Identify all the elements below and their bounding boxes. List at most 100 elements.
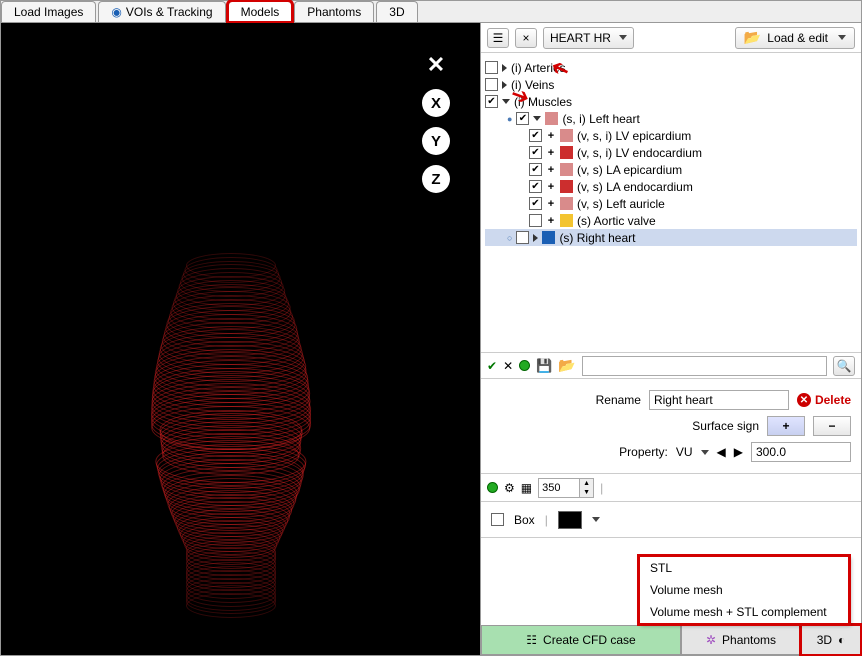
color-swatch bbox=[560, 163, 573, 176]
checkbox[interactable] bbox=[485, 61, 498, 74]
spin-down[interactable]: ▼ bbox=[579, 488, 593, 497]
checkbox[interactable] bbox=[485, 78, 498, 91]
spinner-input[interactable] bbox=[539, 479, 579, 497]
expand-icon[interactable] bbox=[502, 64, 507, 72]
menu-item-stl[interactable]: STL bbox=[640, 557, 848, 579]
color-picker[interactable] bbox=[558, 511, 582, 529]
tab-3d[interactable]: 3D bbox=[376, 1, 417, 22]
record-icon[interactable] bbox=[519, 360, 530, 371]
3d-button[interactable]: 3D ◐ bbox=[801, 625, 861, 655]
tree-node-item[interactable]: ✔ + (v, s) LA epicardium bbox=[485, 161, 857, 178]
color-swatch bbox=[545, 112, 558, 125]
close-icon[interactable]: ✕ bbox=[422, 51, 450, 79]
action-bar: ☷ Create CFD case ✲ Phantoms 3D ◐ bbox=[481, 625, 861, 655]
apply-icon[interactable]: ✔ bbox=[487, 359, 497, 373]
export-menu: STL Volume mesh Volume mesh + STL comple… bbox=[639, 556, 849, 624]
checkbox[interactable]: ✔ bbox=[529, 163, 542, 176]
checkbox[interactable] bbox=[516, 231, 529, 244]
prev-icon[interactable]: ◀ bbox=[717, 445, 726, 459]
view-z-button[interactable]: Z bbox=[422, 165, 450, 193]
surface-sign-label: Surface sign bbox=[692, 419, 759, 433]
plus-icon: + bbox=[546, 198, 556, 210]
3d-icon: ◐ bbox=[838, 633, 845, 647]
rename-input[interactable] bbox=[649, 390, 789, 410]
next-icon[interactable]: ▶ bbox=[734, 445, 743, 459]
sign-minus-button[interactable]: − bbox=[813, 416, 851, 436]
cancel-icon[interactable]: ✕ bbox=[503, 359, 513, 373]
tab-models[interactable]: Models bbox=[228, 1, 293, 22]
tool-icon[interactable]: ⚙ bbox=[504, 481, 515, 495]
property-label: Property: bbox=[619, 445, 668, 459]
spin-up[interactable]: ▲ bbox=[579, 479, 593, 488]
checkbox[interactable]: ✔ bbox=[485, 95, 498, 108]
checkbox[interactable]: ✔ bbox=[529, 146, 542, 159]
view-x-button[interactable]: X bbox=[422, 89, 450, 117]
tree-item-label: (v, s, i) LV epicardium bbox=[577, 129, 691, 143]
folder-open-icon[interactable]: 📂 bbox=[558, 357, 575, 374]
tool-icon[interactable]: ▦ bbox=[521, 481, 532, 495]
tree-item-label: (s) Aortic valve bbox=[577, 214, 656, 228]
tree-toolbar: ✔ ✕ 💾 📂 🔍 bbox=[481, 353, 861, 379]
tree-node-veins[interactable]: (i) Veins bbox=[485, 76, 857, 93]
chevron-down-icon[interactable] bbox=[592, 517, 600, 522]
checkbox[interactable]: ✔ bbox=[516, 112, 529, 125]
color-swatch bbox=[560, 180, 573, 193]
tree-node-item[interactable]: ✔+(v, s) LA endocardium bbox=[485, 178, 857, 195]
search-icon[interactable]: 🔍 bbox=[833, 356, 855, 376]
checkbox[interactable]: ✔ bbox=[529, 197, 542, 210]
record-icon[interactable] bbox=[487, 482, 498, 493]
delete-icon: ✕ bbox=[797, 393, 811, 407]
view-y-button[interactable]: Y bbox=[422, 127, 450, 155]
folder-open-icon: 📂 bbox=[744, 29, 761, 46]
chevron-down-icon[interactable] bbox=[701, 450, 709, 455]
chevron-down-icon bbox=[838, 35, 846, 40]
property-panel: Rename ✕ Delete Surface sign + − Propert… bbox=[481, 379, 861, 474]
tree-node-item[interactable]: ✔+(v, s) Left auricle bbox=[485, 195, 857, 212]
db-icon[interactable]: ☰ bbox=[487, 28, 509, 48]
tab-phantoms[interactable]: Phantoms bbox=[294, 1, 374, 22]
resolution-spinner[interactable]: ▲▼ bbox=[538, 478, 594, 498]
sign-plus-button[interactable]: + bbox=[767, 416, 805, 436]
model-toolbar: ☰ × HEART HR 📂 Load & edit bbox=[481, 23, 861, 53]
clear-icon[interactable]: × bbox=[515, 28, 537, 48]
tree-node-item[interactable]: ✔+(v, s, i) LV endocardium bbox=[485, 144, 857, 161]
tree-node-item[interactable]: ✔+(v, s, i) LV epicardium bbox=[485, 127, 857, 144]
checkbox[interactable]: ✔ bbox=[529, 129, 542, 142]
color-swatch bbox=[560, 146, 573, 159]
divider: | bbox=[545, 513, 548, 527]
property-value-input[interactable] bbox=[751, 442, 851, 462]
expand-icon[interactable] bbox=[502, 81, 507, 89]
tree-node-arteries[interactable]: (i) Arteries bbox=[485, 59, 857, 76]
tree-node-right-heart[interactable]: ○ (s) Right heart bbox=[485, 229, 857, 246]
tree-node-item[interactable]: +(s) Aortic valve bbox=[485, 212, 857, 229]
tab-load-images[interactable]: Load Images bbox=[1, 1, 96, 22]
phantom-icon: ✲ bbox=[706, 633, 716, 647]
tab-vois-tracking[interactable]: ◉VOIs & Tracking bbox=[98, 1, 225, 22]
box-checkbox[interactable] bbox=[491, 513, 504, 526]
tree-item-label: (v, s) LA endocardium bbox=[577, 180, 693, 194]
color-swatch bbox=[560, 214, 573, 227]
menu-item-volume-mesh[interactable]: Volume mesh bbox=[640, 579, 848, 601]
delete-button[interactable]: ✕ Delete bbox=[797, 393, 851, 407]
color-swatch bbox=[542, 231, 555, 244]
expand-icon[interactable] bbox=[533, 234, 538, 242]
checkbox[interactable]: ✔ bbox=[529, 180, 542, 193]
filter-input[interactable] bbox=[582, 356, 827, 376]
menu-item-volume-stl-complement[interactable]: Volume mesh + STL complement bbox=[640, 601, 848, 623]
save-icon[interactable]: 💾 bbox=[536, 358, 552, 374]
tree-node-left-heart[interactable]: ● ✔ (s, i) Left heart bbox=[485, 110, 857, 127]
checkbox[interactable] bbox=[529, 214, 542, 227]
create-cfd-button[interactable]: ☷ Create CFD case bbox=[481, 625, 681, 655]
collapse-icon[interactable] bbox=[533, 116, 541, 121]
model-tree: ➔ ➔ (i) Arteries (i) Veins ✔ (i) Muscles… bbox=[481, 53, 861, 353]
plus-icon: + bbox=[546, 164, 556, 176]
cfd-icon: ☷ bbox=[526, 633, 537, 647]
model-select[interactable]: HEART HR bbox=[543, 27, 634, 49]
phantoms-button[interactable]: ✲ Phantoms bbox=[681, 625, 801, 655]
property-name[interactable]: VU bbox=[676, 445, 693, 459]
3d-viewer[interactable]: ✕ X Y Z bbox=[1, 23, 481, 655]
tree-node-muscles[interactable]: ✔ (i) Muscles bbox=[485, 93, 857, 110]
collapse-icon[interactable] bbox=[502, 99, 510, 104]
load-edit-button[interactable]: 📂 Load & edit bbox=[735, 27, 855, 49]
tree-item-label: (v, s) LA epicardium bbox=[577, 163, 682, 177]
